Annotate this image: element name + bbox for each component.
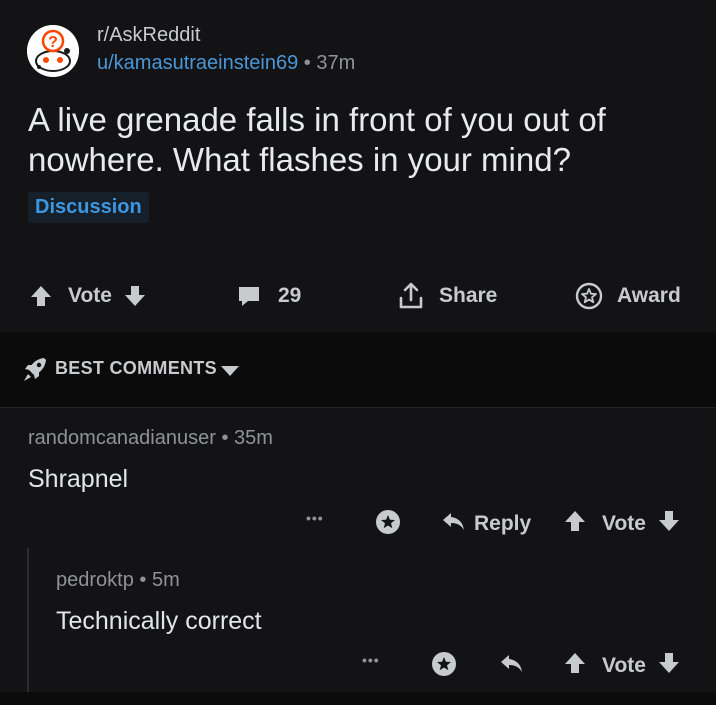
- post-vote-group: Vote: [28, 281, 148, 311]
- arrow-down-icon[interactable]: [656, 508, 682, 540]
- comment-time: 5m: [151, 569, 180, 591]
- award-star-icon[interactable]: [374, 508, 402, 536]
- reply-button[interactable]: [498, 650, 524, 682]
- comment-meta: pedroktp • 5m: [56, 569, 180, 592]
- reply-arrow-icon: [498, 650, 524, 682]
- post-title[interactable]: A live grenade falls in front of you out…: [28, 100, 688, 180]
- arrow-up-icon[interactable]: [562, 508, 588, 540]
- meta-separator: •: [221, 427, 229, 449]
- post-vote-label: Vote: [68, 284, 112, 307]
- award-star-icon[interactable]: [430, 650, 458, 678]
- rocket-icon[interactable]: [22, 356, 48, 389]
- svg-text:?: ?: [48, 34, 58, 51]
- comment-count: 29: [278, 284, 302, 307]
- sort-label[interactable]: BEST COMMENTS: [55, 358, 217, 379]
- arrow-down-icon[interactable]: [656, 650, 682, 682]
- comment-vote-label: Vote: [602, 654, 646, 677]
- meta-separator: •: [139, 569, 147, 591]
- award-star-icon: [575, 282, 603, 310]
- share-icon: [397, 281, 425, 311]
- meta-separator: •: [303, 52, 311, 74]
- more-options-button[interactable]: •••: [306, 510, 324, 526]
- caret-down-icon[interactable]: [219, 364, 241, 383]
- more-options-button[interactable]: •••: [362, 652, 380, 668]
- comments-button[interactable]: 29: [236, 281, 301, 311]
- comment-meta: randomcanadianuser • 35m: [28, 427, 273, 450]
- comment-author[interactable]: pedroktp: [56, 569, 134, 591]
- arrow-up-icon[interactable]: [562, 650, 588, 682]
- reply-arrow-icon: [440, 508, 466, 540]
- reply-label: Reply: [474, 512, 532, 535]
- comment-vote-label: Vote: [602, 512, 646, 535]
- arrow-up-icon[interactable]: [28, 283, 54, 309]
- comment-body: Shrapnel: [28, 465, 129, 493]
- post-flair[interactable]: Discussion: [28, 192, 149, 223]
- post-meta: u/kamasutraeinstein69 • 37m: [97, 52, 355, 75]
- askreddit-snoo-icon[interactable]: ?: [27, 25, 79, 77]
- award-button[interactable]: Award: [575, 281, 681, 311]
- award-label: Award: [617, 284, 681, 307]
- reply-button[interactable]: Reply: [440, 508, 531, 540]
- arrow-down-icon[interactable]: [122, 283, 148, 309]
- share-label: Share: [439, 284, 498, 307]
- comment-author[interactable]: randomcanadianuser: [28, 427, 216, 449]
- share-button[interactable]: Share: [397, 281, 497, 311]
- comment-vote-group: Vote: [562, 508, 682, 540]
- post-author[interactable]: u/kamasutraeinstein69: [97, 52, 298, 74]
- comment-time: 35m: [234, 427, 273, 449]
- thread-line[interactable]: [27, 548, 29, 692]
- comment-body: Technically correct: [56, 607, 262, 635]
- comment-vote-group: Vote: [562, 650, 682, 682]
- comment-bubble-icon: [236, 283, 262, 309]
- post-time: 37m: [316, 52, 356, 74]
- subreddit-name[interactable]: r/AskReddit: [97, 24, 200, 47]
